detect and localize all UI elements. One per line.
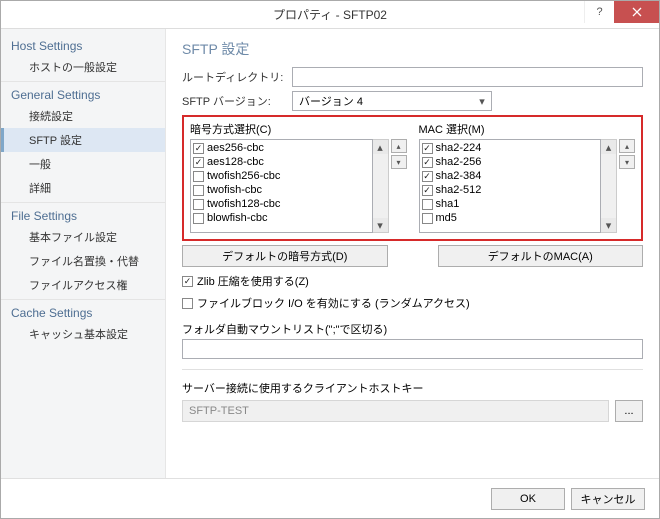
sidebar-group-cache: Cache Settings: [1, 302, 165, 322]
property-dialog: プロパティ - SFTP02 ? Host Settings ホストの一般設定 …: [0, 0, 660, 519]
sidebar-item-general[interactable]: 一般: [1, 152, 165, 176]
list-item-label: twofish128-cbc: [207, 197, 280, 211]
list-item-label: sha2-256: [436, 155, 482, 169]
checkbox[interactable]: ✓: [422, 157, 433, 168]
window-title: プロパティ - SFTP02: [273, 6, 387, 23]
highlight-box: 暗号方式選択(C) ✓aes256-cbc✓aes128-cbctwofish2…: [182, 115, 643, 241]
checkbox[interactable]: ✓: [422, 171, 433, 182]
chevron-down-icon: ▾: [475, 93, 489, 109]
list-item-label: sha1: [436, 197, 460, 211]
sidebar-item-sftp[interactable]: SFTP 設定: [1, 128, 165, 152]
list-item-label: twofish256-cbc: [207, 169, 280, 183]
main-panel: SFTP 設定 ルートディレクトリ: SFTP バージョン: バージョン 4 ▾…: [166, 29, 659, 478]
list-item[interactable]: twofish128-cbc: [191, 197, 372, 211]
root-dir-label: ルートディレクトリ:: [182, 69, 292, 85]
checkbox[interactable]: [422, 213, 433, 224]
checkbox[interactable]: [422, 199, 433, 210]
mac-move-down[interactable]: ▾: [619, 155, 635, 169]
checkbox[interactable]: ✓: [193, 157, 204, 168]
cipher-move-down[interactable]: ▾: [391, 155, 407, 169]
help-button[interactable]: ?: [584, 1, 614, 23]
checkbox[interactable]: ✓: [193, 143, 204, 154]
list-item-label: md5: [436, 211, 457, 225]
list-item[interactable]: ✓sha2-384: [420, 169, 601, 183]
cipher-scrollbar[interactable]: ▴ ▾: [373, 139, 389, 233]
scroll-down-icon[interactable]: ▾: [373, 218, 388, 232]
sidebar-item-detail[interactable]: 詳細: [1, 176, 165, 200]
list-item-label: aes128-cbc: [207, 155, 264, 169]
list-item[interactable]: twofish256-cbc: [191, 169, 372, 183]
automount-label: フォルダ自動マウントリスト(";"で区切る): [182, 321, 643, 337]
page-title: SFTP 設定: [182, 39, 643, 59]
sidebar-item-host-general[interactable]: ホストの一般設定: [1, 55, 165, 79]
list-item[interactable]: md5: [420, 211, 601, 225]
automount-input[interactable]: [182, 339, 643, 359]
list-item-label: sha2-384: [436, 169, 482, 183]
list-item-label: twofish-cbc: [207, 183, 262, 197]
list-item[interactable]: twofish-cbc: [191, 183, 372, 197]
checkbox[interactable]: [193, 199, 204, 210]
version-select[interactable]: バージョン 4 ▾: [292, 91, 492, 111]
mac-listbox[interactable]: ✓sha2-224✓sha2-256✓sha2-384✓sha2-512sha1…: [419, 139, 602, 233]
sidebar: Host Settings ホストの一般設定 General Settings …: [1, 29, 166, 478]
sidebar-item-cache[interactable]: キャッシュ基本設定: [1, 322, 165, 346]
version-value: バージョン 4: [299, 93, 363, 109]
cipher-listbox[interactable]: ✓aes256-cbc✓aes128-cbctwofish256-cbctwof…: [190, 139, 373, 233]
root-dir-input[interactable]: [292, 67, 643, 87]
checkbox[interactable]: [193, 213, 204, 224]
sidebar-group-general: General Settings: [1, 84, 165, 104]
list-item[interactable]: blowfish-cbc: [191, 211, 372, 225]
checkbox[interactable]: [193, 171, 204, 182]
list-item[interactable]: ✓sha2-256: [420, 155, 601, 169]
sidebar-group-file: File Settings: [1, 205, 165, 225]
sidebar-item-file-rename[interactable]: ファイル名置換・代替: [1, 249, 165, 273]
default-cipher-button[interactable]: デフォルトの暗号方式(D): [182, 245, 388, 267]
fileblock-checkbox[interactable]: [182, 298, 193, 309]
list-item-label: aes256-cbc: [207, 141, 264, 155]
cancel-button[interactable]: キャンセル: [571, 488, 645, 510]
default-mac-button[interactable]: デフォルトのMAC(A): [438, 245, 644, 267]
titlebar: プロパティ - SFTP02 ?: [1, 1, 659, 29]
list-item[interactable]: ✓sha2-224: [420, 141, 601, 155]
hostkey-label: サーバー接続に使用するクライアントホストキー: [182, 380, 643, 396]
hostkey-field: SFTP-TEST: [182, 400, 609, 422]
list-item-label: blowfish-cbc: [207, 211, 268, 225]
fileblock-label: ファイルブロック I/O を有効にする (ランダムアクセス): [197, 295, 470, 311]
zlib-label: Zlib 圧縮を使用する(Z): [197, 273, 309, 289]
cipher-move-up[interactable]: ▴: [391, 139, 407, 153]
list-item-label: sha2-224: [436, 141, 482, 155]
list-item-label: sha2-512: [436, 183, 482, 197]
sidebar-item-file-perm[interactable]: ファイルアクセス権: [1, 273, 165, 297]
checkbox[interactable]: [193, 185, 204, 196]
list-item[interactable]: ✓sha2-512: [420, 183, 601, 197]
list-item[interactable]: ✓aes128-cbc: [191, 155, 372, 169]
dialog-footer: OK キャンセル: [1, 478, 659, 518]
mac-scrollbar[interactable]: ▴ ▾: [601, 139, 617, 233]
cipher-label: 暗号方式選択(C): [190, 121, 407, 137]
checkbox[interactable]: ✓: [422, 143, 433, 154]
list-item[interactable]: ✓aes256-cbc: [191, 141, 372, 155]
mac-move-up[interactable]: ▴: [619, 139, 635, 153]
version-label: SFTP バージョン:: [182, 93, 292, 109]
scroll-down-icon[interactable]: ▾: [601, 218, 616, 232]
mac-label: MAC 選択(M): [419, 121, 636, 137]
scroll-up-icon[interactable]: ▴: [601, 140, 616, 154]
sidebar-item-file-basic[interactable]: 基本ファイル設定: [1, 225, 165, 249]
checkbox[interactable]: ✓: [422, 185, 433, 196]
scroll-up-icon[interactable]: ▴: [373, 140, 388, 154]
list-item[interactable]: sha1: [420, 197, 601, 211]
zlib-checkbox[interactable]: ✓: [182, 276, 193, 287]
sidebar-item-connection[interactable]: 接続設定: [1, 104, 165, 128]
close-button[interactable]: [614, 1, 659, 23]
sidebar-group-host: Host Settings: [1, 35, 165, 55]
hostkey-browse-button[interactable]: ...: [615, 400, 643, 422]
ok-button[interactable]: OK: [491, 488, 565, 510]
